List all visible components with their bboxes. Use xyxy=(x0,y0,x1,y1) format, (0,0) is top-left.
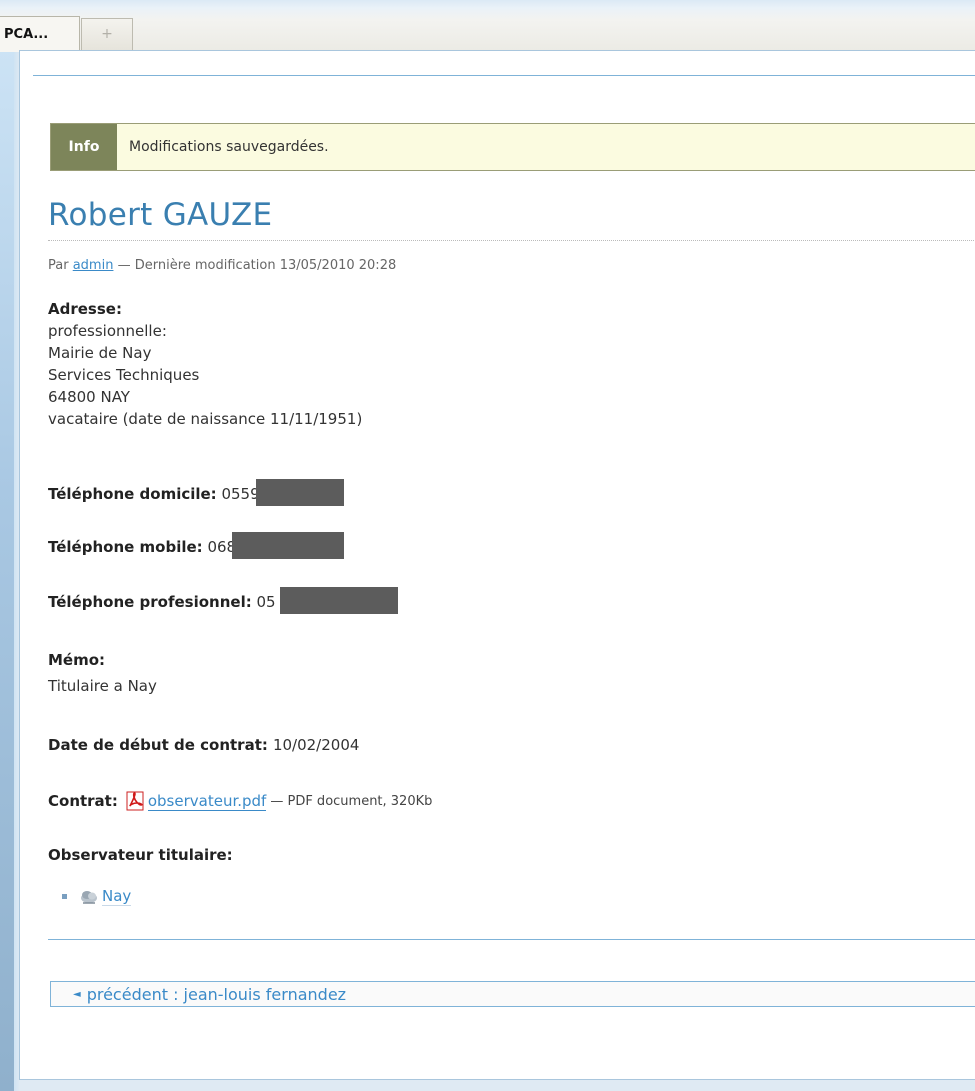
weather-station-icon xyxy=(79,889,99,905)
redaction-block xyxy=(279,587,398,614)
previous-link[interactable]: précédent : jean-louis fernandez xyxy=(87,985,346,1004)
address-line: 64800 NAY xyxy=(48,388,130,406)
chevron-left-icon: ◄ xyxy=(73,988,81,1000)
bottom-divider xyxy=(48,939,975,940)
byline: Par admin — Dernière modification 13/05/… xyxy=(48,258,396,273)
byline-prefix: Par xyxy=(48,258,69,273)
phone-home-row: Téléphone domicile: 0559 xyxy=(48,479,344,506)
phone-work-row: Téléphone profesionnel: 05 xyxy=(48,587,398,614)
redaction-block xyxy=(255,479,344,506)
phone-mobile-label: Téléphone mobile: xyxy=(48,538,203,556)
phone-home-value: 0559 xyxy=(221,485,260,503)
memo-label: Mémo: xyxy=(48,651,106,669)
address-section: Adresse: professionnelle: Mairie de Nay … xyxy=(48,298,362,430)
top-divider xyxy=(33,75,975,76)
memo-value: Titulaire a Nay xyxy=(48,677,157,695)
contract-file-meta: — PDF document, 320Kb xyxy=(270,793,433,809)
list-item: Nay xyxy=(62,887,132,906)
plus-icon: + xyxy=(101,26,113,42)
phone-home-label: Téléphone domicile: xyxy=(48,485,217,503)
info-label: Info xyxy=(51,124,117,170)
address-line: Mairie de Nay xyxy=(48,344,152,362)
contract-row: Contrat: observateur.pdf — PDF document,… xyxy=(48,791,432,811)
browser-tab-label: PCA... xyxy=(4,27,49,42)
contract-file-link[interactable]: observateur.pdf xyxy=(147,792,267,811)
address-line: vacataire (date de naissance 11/11/1951) xyxy=(48,410,363,428)
pdf-icon xyxy=(126,791,144,811)
author-link[interactable]: admin xyxy=(73,258,114,273)
browser-tab-active[interactable]: PCA... xyxy=(0,16,80,52)
title-divider xyxy=(48,240,975,241)
info-message: Modifications sauvegardées. xyxy=(129,139,329,155)
observer-station-link[interactable]: Nay xyxy=(102,887,132,906)
observer-label: Observateur titulaire: xyxy=(48,846,233,864)
contract-start-label: Date de début de contrat: xyxy=(48,736,268,754)
window-left-edge xyxy=(0,0,14,1091)
phone-work-value: 05 xyxy=(256,593,276,611)
byline-modified: — Dernière modification 13/05/2010 20:28 xyxy=(117,258,397,273)
address-label: Adresse: xyxy=(48,300,122,318)
bullet-icon xyxy=(62,894,67,899)
new-tab-button[interactable]: + xyxy=(81,18,133,50)
phone-work-label: Téléphone profesionnel: xyxy=(48,593,252,611)
contract-label: Contrat: xyxy=(48,792,118,810)
page-title: Robert GAUZE xyxy=(48,197,273,233)
page-content: Info Modifications sauvegardées. Robert … xyxy=(19,50,975,1080)
contract-start-value: 10/02/2004 xyxy=(272,736,360,754)
previous-navigation[interactable]: ◄ précédent : jean-louis fernandez xyxy=(50,981,975,1007)
address-line: Services Techniques xyxy=(48,366,200,384)
address-line: professionnelle: xyxy=(48,322,167,340)
redaction-block xyxy=(232,532,345,559)
memo-section: Mémo: Titulaire a Nay xyxy=(48,647,157,699)
browser-tab-bar: PCA... + xyxy=(0,0,975,52)
contract-start-row: Date de début de contrat: 10/02/2004 xyxy=(48,735,359,754)
phone-mobile-row: Téléphone mobile: 068 xyxy=(48,532,345,559)
info-banner: Info Modifications sauvegardées. xyxy=(50,123,975,171)
observer-section: Observateur titulaire: xyxy=(48,845,233,864)
